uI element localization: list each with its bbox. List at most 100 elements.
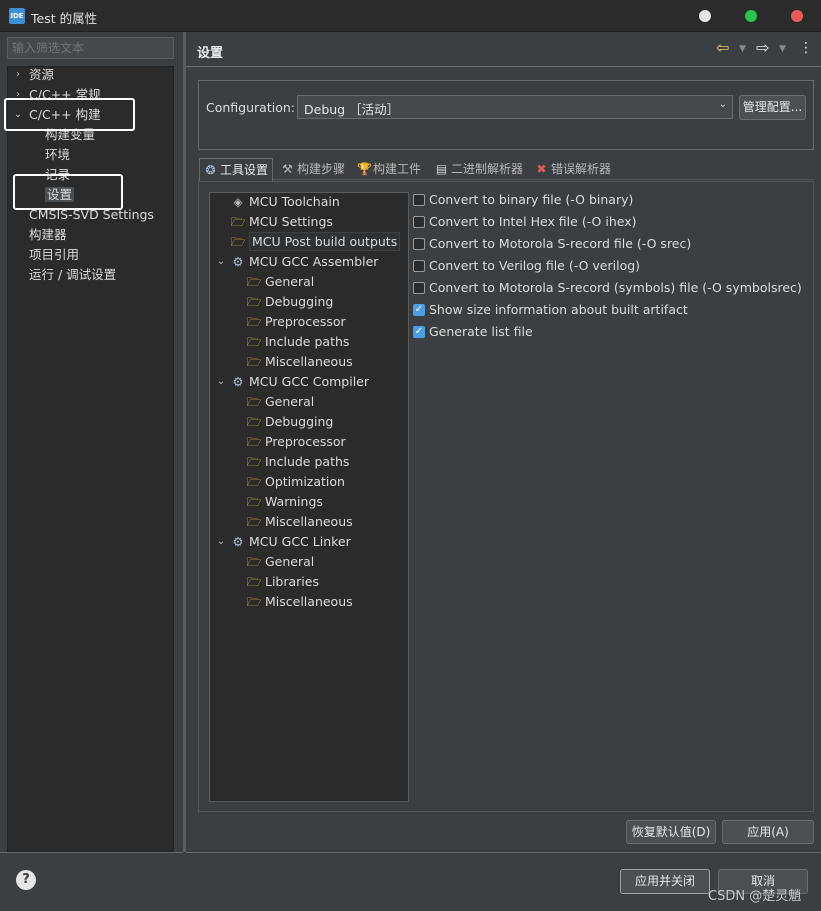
option-label: Convert to Intel Hex file (-O ihex) [429,214,637,229]
settings-tree-item[interactable]: MCU GCC Assembler [249,252,378,272]
folder-icon: 🗁 [246,395,262,409]
settings-tree-item[interactable]: General [265,552,314,572]
settings-tree-item[interactable]: Miscellaneous [265,592,353,612]
settings-tree-item[interactable]: Include paths [265,332,349,352]
settings-tree-item[interactable]: Debugging [265,412,333,432]
tree-item[interactable]: 资源 [29,65,54,85]
forward-arrow-icon[interactable]: ⇨ [756,38,769,57]
ide-app-icon: IDE [9,8,25,24]
tool-settings-icon: ❂ [205,163,216,177]
tree-item-label: 环境 [45,147,71,162]
folder-icon: 🗁 [246,275,262,289]
manage-configurations-button[interactable]: 管理配置... [739,95,806,120]
configuration-label: Configuration: [206,100,295,115]
checkbox-unchecked[interactable] [413,260,425,272]
filter-input[interactable] [7,37,174,59]
maximize-button[interactable] [745,10,757,22]
watermark: CSDN @楚灵魈 [708,889,802,904]
gear-icon: ⚙ [232,535,244,549]
tab-tool-settings[interactable]: ❂ 工具设置 [199,158,274,181]
configuration-value: Debug ［活动］ [304,102,400,117]
folder-icon: 🗁 [230,235,246,249]
highlight-box-cpp-build [4,98,135,131]
settings-tree-item[interactable]: General [265,392,314,412]
checkbox-unchecked[interactable] [413,194,425,206]
settings-tree-item[interactable]: MCU Settings [249,212,333,232]
settings-tree-item[interactable]: MCU Post build outputs [249,232,401,251]
tab-label: 工具设置 [220,163,269,177]
tab-build-artifact[interactable]: 🏆构建工件 [357,158,421,181]
page-title: 设置 [197,46,224,61]
tab-label: 二进制解析器 [451,162,524,176]
option-label: Convert to binary file (-O binary) [429,192,634,207]
chevron-down-icon[interactable]: ⌄ [215,252,227,272]
help-icon[interactable]: ? [16,870,36,890]
option-label: Convert to Verilog file (-O verilog) [429,258,641,273]
tree-item[interactable]: 环境 [45,145,70,165]
tab-binary-parser[interactable]: ▤ 二进制解析器 [435,158,523,181]
tree-item-label: 构建器 [29,227,67,242]
tab-label: 错误解析器 [551,162,612,176]
tree-item[interactable]: 构建器 [29,225,67,245]
settings-tree-item[interactable]: Debugging [265,292,333,312]
settings-tree-item[interactable]: Optimization [265,472,345,492]
option-label: Convert to Motorola S-record (symbols) f… [429,280,802,295]
checkbox-checked[interactable]: ✓ [413,304,425,316]
settings-tree-item[interactable]: Libraries [265,572,319,592]
settings-tree-item[interactable]: MCU GCC Compiler [249,372,369,392]
checkbox-unchecked[interactable] [413,238,425,250]
view-menu-icon[interactable]: ⋮ [799,40,813,56]
folder-icon: 🗁 [246,355,262,369]
settings-tree-item[interactable]: General [265,272,314,292]
settings-tree-item[interactable]: Include paths [265,452,349,472]
chevron-right-icon[interactable]: › [13,65,23,85]
folder-icon: 🗁 [246,335,262,349]
build-steps-icon: ⚒ [282,162,293,176]
settings-tree-item[interactable]: Miscellaneous [265,352,353,372]
apply-button[interactable]: 应用(A) [722,820,814,844]
folder-icon: 🗁 [246,495,262,509]
tree-item[interactable]: 运行 / 调试设置 [29,265,116,285]
settings-tree-item[interactable]: MCU GCC Linker [249,532,351,552]
checkbox-unchecked[interactable] [413,282,425,294]
tab-label: 构建工件 [373,162,422,176]
folder-icon: 🗁 [246,415,262,429]
folder-icon: 🗁 [246,555,262,569]
option-label: Generate list file [429,324,533,339]
settings-tree-item[interactable]: Preprocessor [265,312,346,332]
folder-icon: 🗁 [246,455,262,469]
back-arrow-icon[interactable]: ⇦ [716,38,729,57]
highlight-box-settings [13,174,123,210]
settings-tree-item[interactable]: Warnings [265,492,323,512]
tree-item-label: 资源 [29,67,55,82]
error-parser-icon: ✖ [536,162,547,176]
close-button[interactable] [791,10,803,22]
footer-divider [186,852,821,853]
chevron-down-icon[interactable]: ⌄ [215,532,227,552]
header-divider [186,66,821,67]
binary-parser-icon: ▤ [435,162,448,176]
settings-tree-item[interactable]: MCU Toolchain [249,192,340,212]
chevron-down-icon[interactable]: ⌄ [215,372,227,392]
gear-icon: ⚙ [232,255,244,269]
apply-and-close-button[interactable]: 应用并关闭 [620,869,710,894]
minimize-button[interactable] [699,10,711,22]
settings-tree-item[interactable]: Miscellaneous [265,512,353,532]
configuration-select[interactable]: Debug ［活动］ ⌄ [297,95,733,119]
splitter[interactable] [183,32,186,852]
chevron-down-icon[interactable]: ▼ [779,44,786,54]
tab-label: 构建步骤 [297,162,346,176]
settings-tree-item[interactable]: Preprocessor [265,432,346,452]
folder-icon: 🗁 [230,215,246,229]
tab-build-steps[interactable]: ⚒ 构建步骤 [281,158,345,181]
chevron-down-icon[interactable]: ▼ [739,44,746,54]
checkbox-unchecked[interactable] [413,216,425,228]
footer-divider [0,852,183,853]
tree-item[interactable]: 项目引用 [29,245,79,265]
tab-error-parser[interactable]: ✖ 错误解析器 [535,158,611,181]
restore-defaults-button[interactable]: 恢复默认值(D) [626,820,716,844]
chevron-down-icon: ⌄ [718,99,727,110]
folder-icon: 🗁 [246,435,262,449]
checkbox-checked[interactable]: ✓ [413,326,425,338]
tree-item-label: 运行 / 调试设置 [29,267,117,282]
